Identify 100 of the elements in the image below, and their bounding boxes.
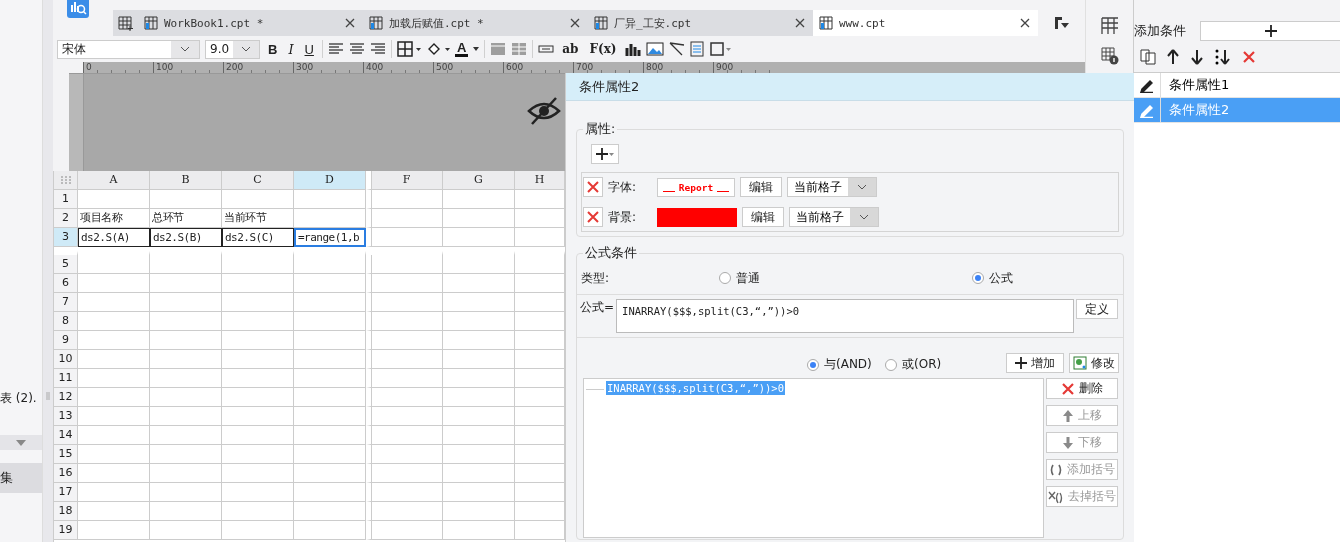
table-cell[interactable] — [78, 464, 150, 483]
file-tab[interactable]: www.cpt — [813, 10, 1038, 36]
column-header[interactable]: D — [294, 171, 366, 190]
table-cell[interactable] — [150, 464, 222, 483]
row-header[interactable]: 7 — [54, 293, 78, 312]
table-cell[interactable] — [78, 274, 150, 293]
file-tab[interactable]: 厂异_工安.cpt — [588, 10, 813, 36]
table-cell[interactable] — [366, 464, 443, 483]
table-cell[interactable] — [443, 521, 515, 540]
table-cell[interactable] — [78, 521, 150, 540]
table-cell[interactable] — [78, 190, 150, 209]
table-cell[interactable] — [78, 445, 150, 464]
chart-search-icon[interactable] — [67, 0, 89, 18]
table-cell[interactable] — [443, 312, 515, 331]
table-cell[interactable] — [443, 369, 515, 388]
insert-button[interactable]: F(x) — [586, 39, 620, 59]
table-cell[interactable] — [294, 293, 366, 312]
column-header[interactable]: C — [222, 171, 294, 190]
row-header[interactable]: 10 — [54, 350, 78, 369]
align-left-icon[interactable] — [327, 42, 344, 56]
row-header[interactable]: 16 — [54, 464, 78, 483]
subreport-icon[interactable] — [689, 41, 704, 57]
image-icon[interactable] — [645, 42, 664, 56]
table-cell[interactable] — [78, 331, 150, 350]
up-arrow-icon[interactable] — [1166, 49, 1180, 65]
table-cell[interactable]: ds2.S(C) — [222, 228, 294, 247]
column-header[interactable]: B — [150, 171, 222, 190]
column-header[interactable]: G — [443, 171, 515, 190]
logic-radio[interactable]: 或(OR) — [885, 356, 942, 373]
row-header[interactable]: 6 — [54, 274, 78, 293]
table-cell[interactable] — [294, 190, 366, 209]
table-cell[interactable] — [78, 426, 150, 445]
font-size-select[interactable]: 9.0 — [205, 39, 260, 59]
table-cell[interactable] — [366, 274, 443, 293]
table-cell[interactable] — [150, 293, 222, 312]
table-cell[interactable] — [150, 388, 222, 407]
text-field-icon[interactable] — [538, 45, 555, 53]
table-cell[interactable] — [222, 502, 294, 521]
table-cell[interactable] — [294, 388, 366, 407]
table-cell[interactable] — [294, 426, 366, 445]
new-sheet-icon[interactable] — [117, 15, 134, 31]
table-cell[interactable] — [222, 521, 294, 540]
row-header[interactable]: 15 — [54, 445, 78, 464]
column-header[interactable]: F — [366, 171, 443, 190]
table-cell[interactable] — [78, 407, 150, 426]
table-cell[interactable] — [443, 407, 515, 426]
table-cell[interactable] — [366, 388, 443, 407]
tab-menu-icon[interactable] — [1053, 16, 1070, 30]
table-cell[interactable] — [150, 274, 222, 293]
table-cell[interactable] — [366, 445, 443, 464]
table-cell[interactable] — [366, 426, 443, 445]
table-cell[interactable] — [443, 331, 515, 350]
table-cell[interactable] — [150, 312, 222, 331]
table-cell[interactable] — [443, 274, 515, 293]
table-cell[interactable]: 总环节 — [150, 209, 222, 228]
add-button[interactable]: 增加 — [1006, 353, 1064, 373]
type-radio[interactable]: 普通 — [719, 269, 760, 287]
row-header[interactable]: 11 — [54, 369, 78, 388]
row-header[interactable]: 8 — [54, 312, 78, 331]
table-cell[interactable] — [150, 521, 222, 540]
splitter-grip-icon[interactable] — [46, 392, 50, 400]
table-cell[interactable] — [366, 228, 443, 247]
close-icon[interactable] — [345, 18, 355, 28]
table-cell[interactable] — [78, 350, 150, 369]
table-cell[interactable] — [150, 369, 222, 388]
table-cell[interactable] — [222, 426, 294, 445]
table-cell[interactable] — [294, 464, 366, 483]
row-header[interactable]: 3 — [54, 228, 78, 247]
table-cell[interactable] — [443, 502, 515, 521]
table-cell[interactable] — [366, 483, 443, 502]
split-cells-icon[interactable] — [511, 42, 528, 56]
condition-item[interactable]: 条件属性1 — [1134, 73, 1340, 98]
table-cell[interactable] — [443, 445, 515, 464]
tree-item[interactable]: 表 (2). — [0, 390, 37, 407]
scope-select[interactable]: 当前格子 — [787, 177, 877, 197]
close-icon[interactable] — [795, 18, 805, 28]
delete-icon[interactable] — [1061, 381, 1075, 396]
table-cell[interactable] — [222, 190, 294, 209]
column-header[interactable]: A — [78, 171, 150, 190]
define-button[interactable]: 定义 — [1076, 299, 1119, 319]
table-cell[interactable] — [294, 312, 366, 331]
table-cell[interactable]: 当前环节 — [222, 209, 294, 228]
table-cell[interactable]: 项目名称 — [78, 209, 150, 228]
column-header[interactable]: H — [515, 171, 565, 190]
scope-select[interactable]: 当前格子 — [789, 207, 879, 227]
row-header[interactable]: 12 — [54, 388, 78, 407]
logic-radio[interactable]: 与(AND) — [807, 356, 872, 373]
table-cell[interactable] — [150, 445, 222, 464]
style-button[interactable]: U — [301, 39, 317, 59]
table-cell[interactable] — [150, 483, 222, 502]
table-cell[interactable] — [294, 407, 366, 426]
modify-button[interactable]: 修改 — [1069, 353, 1119, 373]
caret-icon[interactable] — [473, 47, 480, 51]
table-cell[interactable] — [366, 350, 443, 369]
table-cell[interactable] — [443, 426, 515, 445]
style-button[interactable]: I — [285, 39, 297, 59]
frame-icon[interactable] — [708, 41, 731, 57]
table-cell[interactable] — [443, 209, 515, 228]
table-cell[interactable] — [366, 190, 443, 209]
table-cell[interactable] — [294, 483, 366, 502]
